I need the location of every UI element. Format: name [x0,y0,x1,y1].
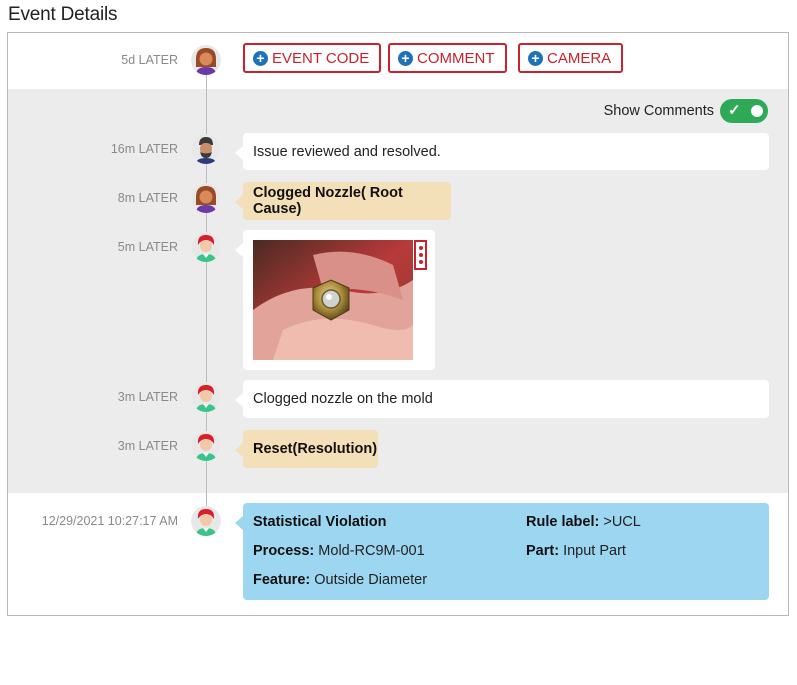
add-camera-label: CAMERA [547,49,612,67]
avatar-user-red-hair [191,382,221,412]
show-comments-control: Show Comments ✓ [604,99,768,123]
comment-bubble: Issue reviewed and resolved. [235,133,769,170]
plus-circle-icon: + [528,50,543,66]
add-event-code-label: EVENT CODE [272,49,370,67]
violation-part: Part: Input Part [526,543,626,559]
toggle-knob [751,105,763,117]
resolution-text: Reset(Resolution) [253,441,378,457]
violation-feature: Feature: Outside Diameter [253,572,428,588]
timestamp: 16m LATER [110,142,178,156]
timestamp: 8m LATER [117,191,178,205]
add-camera-button[interactable]: + CAMERA [518,43,624,73]
event-code-bubble: Clogged Nozzle( Root Cause) [235,182,451,220]
photo-attachment [235,230,435,370]
plus-circle-icon: + [398,50,413,66]
show-comments-label: Show Comments [603,103,714,119]
avatar-user-red-hair [191,431,221,461]
plus-circle-icon: + [253,50,268,66]
timestamp: 3m LATER [117,390,178,404]
add-comment-label: COMMENT [417,49,495,67]
event-details-panel: 5d LATER + EVENT CODE + COMMENT + CAMERA… [7,32,789,616]
timestamp: 5m LATER [117,240,178,254]
timestamp: 12/29/2021 10:27:17 AM [41,514,178,528]
violation-process: Process: Mold-RC9M-001 [253,543,425,559]
avatar-user-red-hair [191,232,221,262]
timestamp: 3m LATER [117,439,178,453]
timestamp: 5d LATER [121,53,178,67]
avatar-user-brown-hair [191,45,221,75]
nozzle-photo[interactable] [253,240,413,360]
show-comments-toggle[interactable]: ✓ [720,99,768,123]
kebab-menu-icon[interactable] [414,240,427,270]
resolution-bubble: Reset(Resolution) [235,430,378,468]
avatar-user-bearded [191,134,221,164]
comment-text: Issue reviewed and resolved. [253,143,441,160]
add-comment-button[interactable]: + COMMENT [388,43,507,73]
avatar-user-red-hair [191,506,221,536]
event-code-text: Clogged Nozzle( Root Cause) [253,185,403,217]
comment-text: Clogged nozzle on the mold [253,391,433,407]
violation-rule: Rule label: >UCL [526,514,641,530]
violation-title: Statistical Violation [253,514,387,530]
check-icon: ✓ [728,102,741,119]
avatar-user-brown-hair [191,183,221,213]
comment-bubble: Clogged nozzle on the mold [235,380,769,418]
page-title: Event Details [8,4,118,25]
add-event-code-button[interactable]: + EVENT CODE [243,43,382,73]
